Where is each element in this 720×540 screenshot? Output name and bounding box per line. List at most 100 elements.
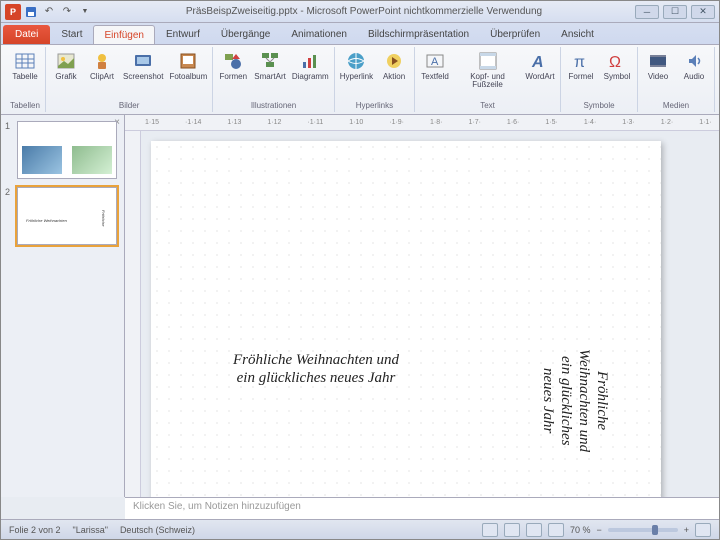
tab-start[interactable]: Start <box>51 25 92 44</box>
zoom-slider[interactable] <box>608 528 678 532</box>
button-label: Video <box>648 73 668 81</box>
formen-icon <box>222 50 244 72</box>
slideshow-view-button[interactable] <box>548 523 564 537</box>
ribbon-group-bilder: Grafik ClipArt Screenshot Fotoalbum Bilder <box>46 47 213 112</box>
window-title: PräsBeispZweiseitig.pptx - Microsoft Pow… <box>93 6 635 17</box>
button-label: Kopf- und Fußzeile <box>456 73 519 90</box>
button-label: WordArt <box>525 73 554 81</box>
sorter-view-button[interactable] <box>504 523 520 537</box>
hyperlink-icon <box>345 50 367 72</box>
wordart-button[interactable]: A WordArt <box>523 48 557 83</box>
reading-view-button[interactable] <box>526 523 542 537</box>
kopf-button[interactable]: Kopf- und Fußzeile <box>454 48 521 92</box>
screenshot-icon <box>132 50 154 72</box>
button-label: ClipArt <box>90 73 114 81</box>
tab-einfuegen[interactable]: Einfügen <box>93 25 154 44</box>
formel-icon: π <box>570 50 592 72</box>
button-label: Screenshot <box>123 73 163 81</box>
button-label: Fotoalbum <box>169 73 207 81</box>
button-label: Formen <box>219 73 247 81</box>
text-horizontal[interactable]: Fröhliche Weihnachten undein glückliches… <box>201 351 431 387</box>
diagramm-icon <box>299 50 321 72</box>
diagramm-button[interactable]: Diagramm <box>290 48 331 83</box>
slide-counter: Folie 2 von 2 <box>9 525 61 535</box>
theme-name: "Larissa" <box>73 525 108 535</box>
formen-button[interactable]: Formen <box>216 48 250 83</box>
notes-pane[interactable]: Klicken Sie, um Notizen hinzuzufügen <box>125 497 719 519</box>
save-icon[interactable] <box>23 4 39 20</box>
app-window: P ↶ ↷ ▼ PräsBeispZweiseitig.pptx - Micro… <box>0 0 720 540</box>
undo-icon[interactable]: ↶ <box>41 4 57 20</box>
kopf-icon <box>477 50 499 72</box>
ribbon-group-text: ATextfeldKopf- und FußzeileAWordArtText <box>415 47 561 112</box>
fotoalbum-icon <box>177 50 199 72</box>
hyperlink-button[interactable]: Hyperlink <box>338 48 375 83</box>
clipart-icon <box>91 50 113 72</box>
qat-dropdown-icon[interactable]: ▼ <box>77 4 93 20</box>
group-label: Tabellen <box>8 101 42 111</box>
fit-window-button[interactable] <box>695 523 711 537</box>
ribbon-group-illustrationen: FormenSmartArtDiagrammIllustrationen <box>213 47 334 112</box>
smartart-button[interactable]: SmartArt <box>252 48 288 83</box>
tabelle-icon <box>14 50 36 72</box>
language-indicator[interactable]: Deutsch (Schweiz) <box>120 525 195 535</box>
group-label: Bilder <box>49 101 209 111</box>
ribbon-group-hyperlinks: HyperlinkAktionHyperlinks <box>335 47 415 112</box>
thumbnail-2[interactable]: 2 Fröhliche Weihnachten Fröhliche <box>5 187 120 245</box>
group-label: Symbole <box>564 101 634 111</box>
status-bar: Folie 2 von 2 "Larissa" Deutsch (Schweiz… <box>1 519 719 539</box>
quick-access-toolbar: P ↶ ↷ ▼ <box>5 4 93 20</box>
ribbon-group-tabellen: Tabelle Tabellen <box>5 47 46 112</box>
tab-uebergaenge[interactable]: Übergänge <box>211 25 280 44</box>
zoom-out-icon[interactable]: − <box>596 525 601 535</box>
aktion-button[interactable]: Aktion <box>377 48 411 83</box>
close-button[interactable]: ✕ <box>691 5 715 19</box>
fotoalbum-button[interactable]: Fotoalbum <box>167 48 209 83</box>
video-button[interactable]: Video <box>641 48 675 83</box>
button-label: Audio <box>684 73 704 81</box>
redo-icon[interactable]: ↷ <box>59 4 75 20</box>
audio-icon <box>683 50 705 72</box>
video-icon <box>647 50 669 72</box>
svg-text:A: A <box>531 54 544 71</box>
button-label: Formel <box>569 73 594 81</box>
thumb-preview-2[interactable]: Fröhliche Weihnachten Fröhliche <box>17 187 117 245</box>
maximize-button[interactable]: ☐ <box>663 5 687 19</box>
zoom-level[interactable]: 70 % <box>570 525 591 535</box>
button-label: Tabelle <box>12 73 37 81</box>
tab-ueberpruefen[interactable]: Überprüfen <box>480 25 550 44</box>
tab-entwurf[interactable]: Entwurf <box>156 25 210 44</box>
title-bar: P ↶ ↷ ▼ PräsBeispZweiseitig.pptx - Micro… <box>1 1 719 23</box>
formel-button[interactable]: π Formel <box>564 48 598 83</box>
tab-animationen[interactable]: Animationen <box>281 25 357 44</box>
app-icon[interactable]: P <box>5 4 21 20</box>
minimize-button[interactable]: ─ <box>635 5 659 19</box>
tab-bildschirmpraesentation[interactable]: Bildschirmpräsentation <box>358 25 479 44</box>
symbol-button[interactable]: ΩSymbol <box>600 48 634 83</box>
symbol-icon: Ω <box>606 50 628 72</box>
horizontal-ruler: 1·15·1·141·131·12·1·111·10·1·9·1·8·1·7·1… <box>125 115 719 131</box>
button-label: Grafik <box>55 73 76 81</box>
grafik-button[interactable]: Grafik <box>49 48 83 83</box>
smartart-icon <box>259 50 281 72</box>
audio-button[interactable]: Audio <box>677 48 711 83</box>
clipart-button[interactable]: ClipArt <box>85 48 119 83</box>
zoom-in-icon[interactable]: + <box>684 525 689 535</box>
screenshot-button[interactable]: Screenshot <box>121 48 165 83</box>
textfeld-button[interactable]: ATextfeld <box>418 48 452 83</box>
svg-text:π: π <box>574 54 585 71</box>
thumbnail-1[interactable]: 1 <box>5 121 120 179</box>
slide-thumbnails-panel: × 1 2 Fröhliche Weihnachten Fröhliche <box>1 115 125 497</box>
window-controls: ─ ☐ ✕ <box>635 5 715 19</box>
text-vertical[interactable]: FröhlicheWeihnachten undein glücklichesn… <box>539 301 611 497</box>
button-label: Textfeld <box>421 73 449 81</box>
file-tab[interactable]: Datei <box>3 25 50 44</box>
normal-view-button[interactable] <box>482 523 498 537</box>
thumb-number: 2 <box>5 187 13 245</box>
thumb-preview-1[interactable] <box>17 121 117 179</box>
slide-canvas[interactable]: Fröhliche Weihnachten undein glückliches… <box>151 141 661 497</box>
slide-editor: 1·15·1·141·131·12·1·111·10·1·9·1·8·1·7·1… <box>125 115 719 497</box>
tabelle-button[interactable]: Tabelle <box>8 48 42 83</box>
button-label: Hyperlink <box>340 73 373 81</box>
tab-ansicht[interactable]: Ansicht <box>551 25 604 44</box>
